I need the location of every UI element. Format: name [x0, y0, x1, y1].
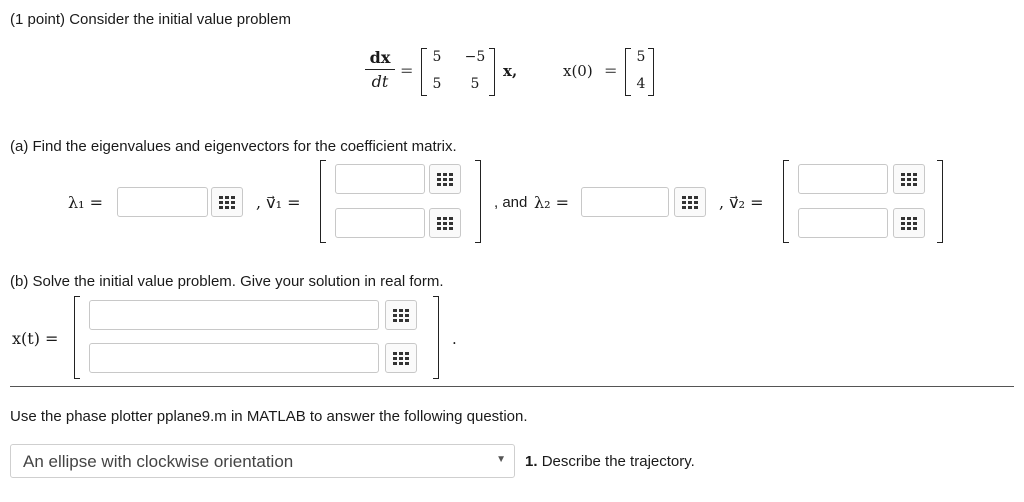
- fraction-denominator: dt: [371, 72, 389, 91]
- equation-palette-icon: [901, 172, 917, 186]
- matrix-a22: 5: [470, 76, 480, 92]
- matrix-a11: 5: [432, 49, 442, 65]
- fraction-numerator: dx: [369, 48, 391, 67]
- and-text: , and: [494, 194, 528, 211]
- lambda2-label: λ₂ =: [534, 193, 570, 212]
- lambda2-palette-button[interactable]: [674, 187, 706, 217]
- xt-entry-1-palette-button[interactable]: [385, 300, 417, 330]
- xt-right-bracket: [433, 296, 439, 379]
- xt-entry-1-input[interactable]: [89, 300, 379, 330]
- equation-palette-icon: [437, 216, 453, 230]
- xt-entry-2-palette-button[interactable]: [385, 343, 417, 373]
- chevron-down-icon[interactable]: ▼: [496, 454, 506, 465]
- fraction-bar: [365, 69, 395, 70]
- trajectory-question: 1. Describe the trajectory.: [525, 453, 695, 470]
- lambda1-palette-button[interactable]: [211, 187, 243, 217]
- v1-label: , v⃗₁ =: [256, 193, 301, 212]
- equation-palette-icon: [393, 308, 409, 322]
- phase-plotter-prompt: Use the phase plotter pplane9.m in MATLA…: [10, 408, 528, 425]
- xt-label: x(t) =: [12, 329, 59, 348]
- v1-entry-1-palette-button[interactable]: [429, 164, 461, 194]
- equals-sign: =: [400, 61, 414, 80]
- trajectory-dropdown[interactable]: An ellipse with clockwise orientation ▼: [10, 444, 515, 478]
- derivative-fraction: dx dt: [365, 48, 395, 91]
- v2-entry-2-palette-button[interactable]: [893, 208, 925, 238]
- trajectory-selected-value: An ellipse with clockwise orientation: [23, 452, 294, 471]
- v2-entry-2-input[interactable]: [798, 208, 888, 238]
- v1-entry-2-input[interactable]: [335, 208, 425, 238]
- v2-label: , v⃗₂ =: [719, 193, 764, 212]
- part-a-prompt: (a) Find the eigenvalues and eigenvector…: [10, 138, 457, 155]
- vector-x-suffix: x,: [503, 62, 518, 80]
- xt-period: .: [452, 330, 457, 348]
- matrix-right-bracket: [489, 48, 495, 96]
- problem-intro: (1 point) Consider the initial value pro…: [10, 11, 291, 28]
- equation-palette-icon: [437, 172, 453, 186]
- v2-entry-1-palette-button[interactable]: [893, 164, 925, 194]
- lambda1-input[interactable]: [117, 187, 208, 217]
- part-b-prompt: (b) Solve the initial value problem. Giv…: [10, 273, 444, 290]
- v2-right-bracket: [937, 160, 943, 243]
- v2-left-bracket: [783, 160, 789, 243]
- v2-entry-1-input[interactable]: [798, 164, 888, 194]
- xt-entry-2-input[interactable]: [89, 343, 379, 373]
- section-divider: [10, 386, 1014, 387]
- matrix-a21: 5: [432, 76, 442, 92]
- lambda1-label: λ₁ =: [68, 193, 104, 212]
- ic-right-bracket: [648, 48, 654, 96]
- equation-palette-icon: [393, 351, 409, 365]
- question-text: Describe the trajectory.: [541, 453, 695, 470]
- equation-palette-icon: [901, 216, 917, 230]
- question-number: 1.: [525, 453, 538, 470]
- v1-right-bracket: [475, 160, 481, 243]
- initial-equals-sign: =: [604, 61, 618, 80]
- initial-condition-label: x(0): [563, 62, 593, 80]
- v1-entry-2-palette-button[interactable]: [429, 208, 461, 238]
- matrix-a12: −5: [464, 49, 486, 65]
- equation-palette-icon: [219, 195, 235, 209]
- v1-left-bracket: [320, 160, 326, 243]
- lambda2-input[interactable]: [581, 187, 669, 217]
- xt-left-bracket: [74, 296, 80, 379]
- equation-palette-icon: [682, 195, 698, 209]
- v1-entry-1-input[interactable]: [335, 164, 425, 194]
